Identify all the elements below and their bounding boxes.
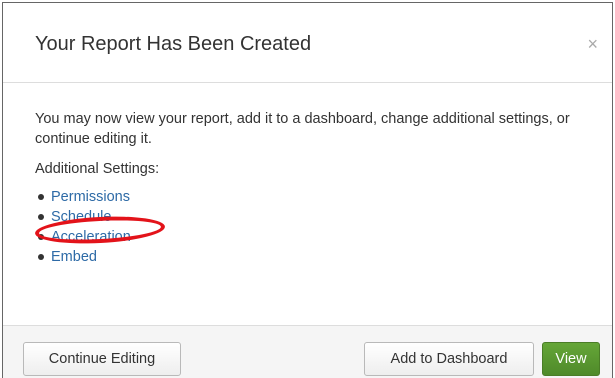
acceleration-link[interactable]: Acceleration (51, 229, 131, 245)
list-item: Embed (35, 247, 582, 267)
list-item: Permissions (35, 187, 582, 207)
bullet-icon (38, 234, 44, 240)
list-item: Schedule (35, 207, 582, 227)
dialog-header: Your Report Has Been Created × (3, 3, 612, 83)
view-button[interactable]: View (542, 342, 600, 376)
additional-settings-label: Additional Settings: (35, 161, 160, 177)
add-to-dashboard-button[interactable]: Add to Dashboard (364, 342, 534, 376)
settings-link-list: Permissions Schedule Acceleration Embed (35, 187, 582, 267)
permissions-link[interactable]: Permissions (51, 189, 130, 205)
bullet-icon (38, 254, 44, 260)
list-item: Acceleration (35, 227, 582, 247)
bullet-icon (38, 194, 44, 200)
continue-editing-button[interactable]: Continue Editing (23, 342, 181, 376)
close-icon[interactable]: × (587, 35, 598, 53)
report-created-dialog: Your Report Has Been Created × You may n… (2, 2, 613, 378)
dialog-body: You may now view your report, add it to … (34, 109, 582, 267)
bullet-icon (38, 214, 44, 220)
schedule-link[interactable]: Schedule (51, 209, 111, 225)
intro-text: You may now view your report, add it to … (35, 111, 570, 147)
embed-link[interactable]: Embed (51, 249, 97, 265)
dialog-title: Your Report Has Been Created (35, 33, 312, 55)
dialog-footer: Continue Editing Add to Dashboard View (3, 325, 612, 378)
